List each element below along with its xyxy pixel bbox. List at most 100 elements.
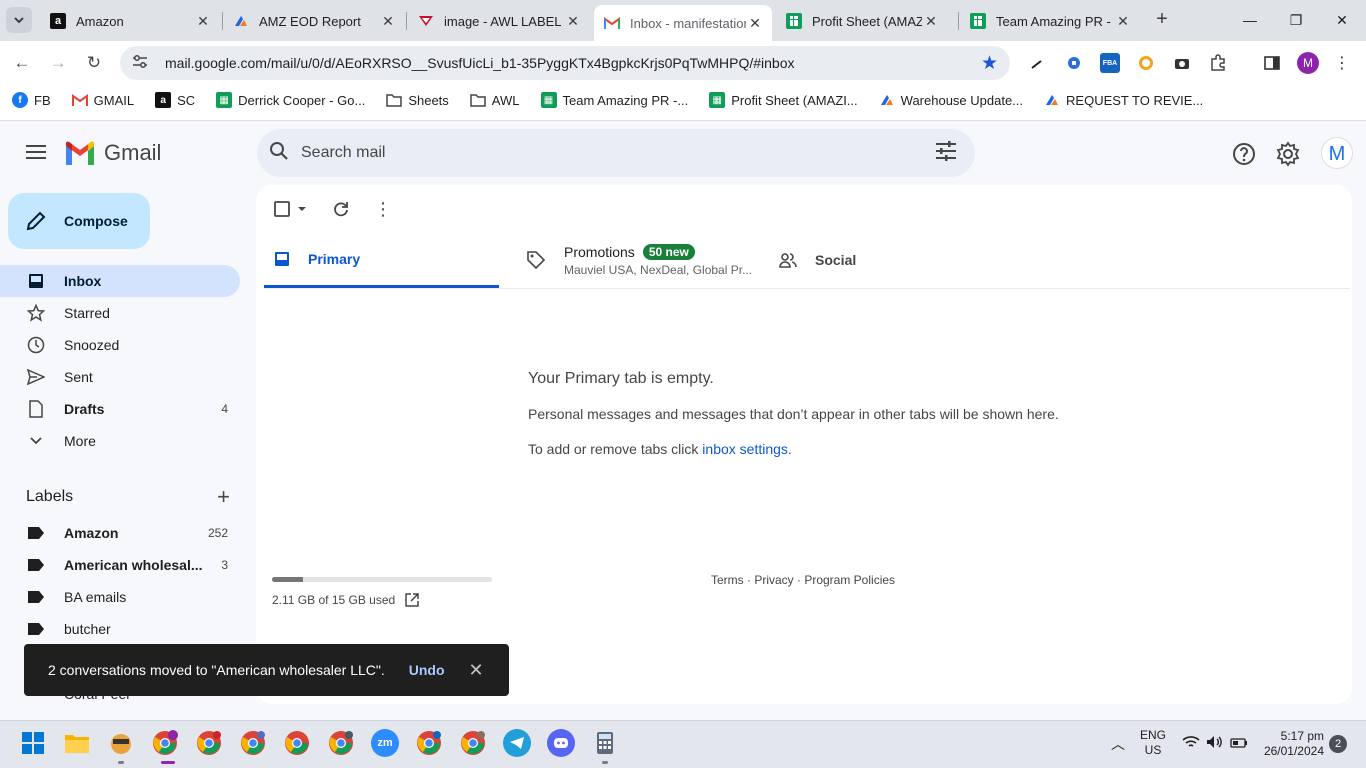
label-item-label: American wholesal... <box>64 557 203 573</box>
bookmark-label: Profit Sheet (AMAZI... <box>731 92 858 108</box>
file-explorer-icon[interactable] <box>63 729 91 757</box>
back-arrow-icon[interactable]: ← <box>10 51 34 75</box>
browser-tab-amz-eod[interactable]: AMZ EOD Report ✕ <box>223 6 405 36</box>
minimize-icon[interactable]: — <box>1238 8 1262 32</box>
camera-extension-icon[interactable] <box>1172 53 1192 73</box>
empty-state-description: Personal messages and messages that don’… <box>528 406 1059 422</box>
windows-start-icon[interactable] <box>19 729 47 757</box>
sidebar-item-drafts[interactable]: Drafts 4 <box>0 393 240 425</box>
chrome-icon[interactable] <box>283 729 311 757</box>
tab-close-button[interactable]: ✕ <box>922 13 940 30</box>
fba-extension-icon[interactable]: FBA <box>1100 53 1120 73</box>
compose-button[interactable]: Compose <box>8 193 150 249</box>
extension-puzzle-blue-icon[interactable] <box>1064 53 1084 73</box>
extension-pen-icon[interactable] <box>1027 53 1047 73</box>
refresh-button[interactable] <box>332 199 350 219</box>
select-all-checkbox[interactable] <box>274 199 308 219</box>
chrome-profile-icon[interactable] <box>195 729 223 757</box>
tab-close-button[interactable]: ✕ <box>1114 13 1132 30</box>
telegram-icon[interactable] <box>503 729 531 757</box>
bookmark-folder-awl[interactable]: AWL <box>470 92 520 108</box>
tab-separator <box>406 12 407 30</box>
gmail-logo[interactable]: Gmail <box>64 140 161 166</box>
browser-tab-team-amazing[interactable]: Team Amazing PR - G ✕ <box>960 6 1140 36</box>
more-options-icon[interactable]: ⋮ <box>374 199 392 219</box>
tab-promotions[interactable]: Promotions 50 new Mauviel USA, NexDeal, … <box>526 232 776 288</box>
battery-icon[interactable] <box>1230 737 1248 751</box>
browser-tab-profit-sheet[interactable]: Profit Sheet (AMAZIN ✕ <box>776 6 948 36</box>
calculator-icon[interactable] <box>591 729 619 757</box>
bookmark-request-review[interactable]: REQUEST TO REVIE... <box>1044 92 1203 108</box>
search-input[interactable]: Search mail <box>301 144 935 162</box>
bookmark-profit-sheet[interactable]: ▦ Profit Sheet (AMAZI... <box>709 92 858 108</box>
browser-tab-amazon[interactable]: a Amazon ✕ <box>40 6 220 36</box>
bookmark-warehouse-update[interactable]: Warehouse Update... <box>879 92 1023 108</box>
system-clock[interactable]: 5:17 pm 26/01/2024 <box>1258 729 1324 759</box>
bookmark-gmail[interactable]: GMAIL <box>71 92 134 108</box>
chrome-profile-icon[interactable] <box>239 729 267 757</box>
tab-close-button[interactable]: ✕ <box>379 13 397 30</box>
bookmark-team-amazing[interactable]: ▦ Team Amazing PR -... <box>540 92 688 108</box>
label-item-amazon[interactable]: Amazon 252 <box>0 517 240 549</box>
tab-social[interactable]: Social <box>779 232 899 288</box>
puzzle-icon[interactable] <box>1208 53 1228 73</box>
profile-avatar[interactable]: M <box>1297 52 1319 74</box>
wifi-icon[interactable] <box>1182 735 1200 752</box>
account-avatar[interactable]: M <box>1321 137 1353 169</box>
more-vert-icon[interactable]: ⋮ <box>1332 53 1352 73</box>
zoom-icon[interactable]: zm <box>371 729 399 757</box>
chrome-profile-m-icon[interactable] <box>151 729 179 757</box>
app-character-icon[interactable] <box>107 729 135 757</box>
forward-arrow-icon[interactable]: → <box>46 51 70 75</box>
search-icon[interactable] <box>269 141 293 166</box>
sidebar-item-snoozed[interactable]: Snoozed <box>0 329 240 361</box>
chrome-profile-icon[interactable] <box>459 729 487 757</box>
label-item-butcher[interactable]: butcher <box>0 613 240 645</box>
browser-tab-awl-label[interactable]: image - AWL LABEL ✕ <box>408 6 590 36</box>
discord-icon[interactable] <box>547 729 575 757</box>
search-bar[interactable]: Search mail <box>257 129 975 177</box>
sidebar-item-starred[interactable]: Starred <box>0 297 240 329</box>
tab-search-button[interactable] <box>6 7 32 33</box>
bookmark-sc[interactable]: a SC <box>155 92 195 108</box>
open-external-icon[interactable] <box>405 593 419 607</box>
sidebar-item-sent[interactable]: Sent <box>0 361 240 393</box>
tab-primary[interactable]: Primary <box>264 232 499 288</box>
sidebar-item-inbox[interactable]: Inbox <box>0 265 240 297</box>
notification-badge[interactable]: 2 <box>1329 735 1347 753</box>
label-item-ba-emails[interactable]: BA emails <box>0 581 240 613</box>
language-indicator[interactable]: ENG US <box>1140 728 1166 758</box>
label-item-american-wholesaler[interactable]: American wholesal... 3 <box>0 549 240 581</box>
snackbar-message: 2 conversations moved to "American whole… <box>48 662 385 678</box>
new-tab-button[interactable]: + <box>1150 8 1174 32</box>
address-bar[interactable]: mail.google.com/mail/u/0/d/AEoRXRSO__Svu… <box>120 46 1010 80</box>
tab-close-button[interactable]: ✕ <box>564 13 582 30</box>
close-window-icon[interactable]: ✕ <box>1330 8 1354 32</box>
site-settings-icon[interactable] <box>132 54 152 72</box>
close-icon[interactable]: ✕ <box>469 660 484 681</box>
add-label-icon[interactable]: + <box>217 484 230 510</box>
bookmark-derrick-cooper[interactable]: ▦ Derrick Cooper - Go... <box>216 92 365 108</box>
chrome-profile-icon[interactable] <box>327 729 355 757</box>
sidebar-item-more[interactable]: More <box>0 425 240 457</box>
settings-gear-icon[interactable] <box>1275 141 1301 167</box>
bookmark-folder-sheets[interactable]: Sheets <box>386 92 449 108</box>
help-icon[interactable] <box>1231 141 1257 167</box>
footer-links[interactable]: Terms · Privacy · Program Policies <box>711 573 895 587</box>
tab-close-button[interactable]: ✕ <box>746 15 764 32</box>
restore-icon[interactable]: ❐ <box>1284 8 1308 32</box>
bookmark-fb[interactable]: f FB <box>12 92 51 108</box>
bookmark-star-icon[interactable]: ★ <box>981 52 998 75</box>
tab-close-button[interactable]: ✕ <box>194 13 212 30</box>
chrome-profile-icon[interactable] <box>415 729 443 757</box>
tray-chevron-up-icon[interactable]: ︿ <box>1111 734 1125 754</box>
reload-icon[interactable]: ↻ <box>82 51 106 75</box>
search-options-icon[interactable] <box>935 140 959 166</box>
undo-button[interactable]: Undo <box>409 662 445 678</box>
volume-icon[interactable] <box>1206 735 1224 752</box>
browser-tab-inbox[interactable]: Inbox - manifestation ✕ <box>594 5 772 41</box>
inbox-settings-link[interactable]: inbox settings <box>702 441 788 457</box>
side-panel-icon[interactable] <box>1262 53 1282 73</box>
main-menu-button[interactable] <box>24 140 48 164</box>
extension-orange-icon[interactable] <box>1136 53 1156 73</box>
